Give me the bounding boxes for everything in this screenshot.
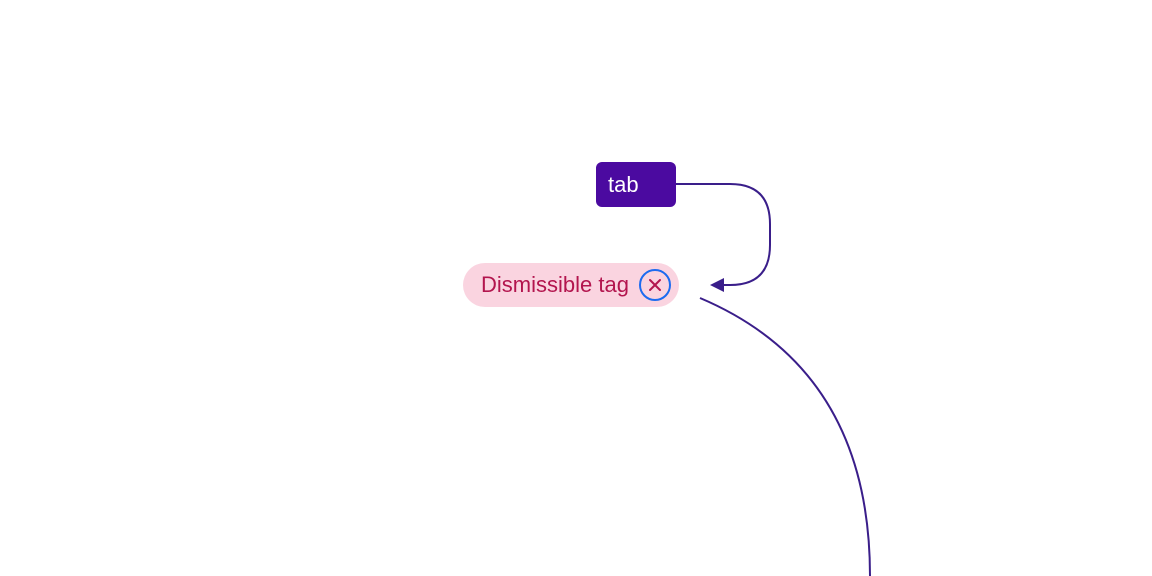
close-icon bbox=[648, 278, 662, 292]
tag-close-button[interactable] bbox=[639, 269, 671, 301]
tab-label-box: tab bbox=[596, 162, 676, 207]
connector-top bbox=[676, 184, 770, 285]
connector-bottom bbox=[700, 298, 870, 576]
tab-label-text: tab bbox=[608, 172, 639, 198]
tag-label: Dismissible tag bbox=[481, 272, 629, 298]
dismissible-tag[interactable]: Dismissible tag bbox=[463, 263, 679, 307]
